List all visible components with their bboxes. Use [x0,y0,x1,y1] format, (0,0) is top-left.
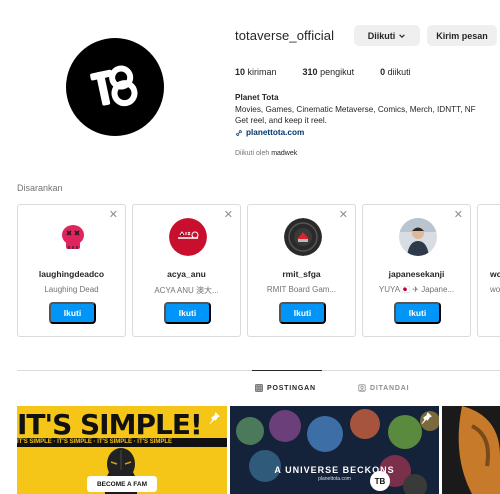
suggested-username[interactable]: wo [490,269,500,279]
suggested-card: ✕ acya_anu ACYA ANU 澳大... Ikuti [132,204,241,337]
post-thumbnail[interactable]: IT'S SIMPLE! IT'S SIMPLE · IT'S SIMPLE ·… [17,406,227,494]
acya-logo-icon [169,218,207,256]
suggested-username[interactable]: laughingdeadco [18,269,125,279]
suggested-username[interactable]: japanesekanji [363,269,470,279]
stat-following[interactable]: 0 diikuti [380,67,411,77]
tab-tagged-label: DITANDAI [370,384,410,392]
suggested-card: wo wo [477,204,500,337]
suggested-title: Disarankan [17,183,63,193]
post-thumbnail[interactable] [442,406,500,494]
rmit-logo-icon [284,218,322,256]
suggested-card: ✕ laughingdeadco Laughing Dead Ikuti [17,204,126,337]
close-icon[interactable]: ✕ [109,210,118,221]
profile-username: totaverse_official [235,28,335,43]
pin-icon [209,412,220,424]
person-photo-icon [399,218,437,256]
followed-by[interactable]: Diikuti oleh madwek [235,150,297,157]
suggested-avatar[interactable] [54,218,92,256]
follow-button[interactable]: Ikuti [279,302,326,324]
close-icon[interactable]: ✕ [454,210,463,221]
bio-link[interactable]: planettota.com [235,127,500,139]
post1-cta: BECOME A FAM [87,476,157,492]
close-icon[interactable]: ✕ [224,210,233,221]
stat-followers-count: 310 [302,67,318,77]
suggested-card: ✕ rmit_sfga RMIT Board Gam... Ikuti [247,204,356,337]
profile-stats: 10 kiriman 310 pengikut 0 diikuti [235,67,437,77]
suggested-subtitle: Laughing Dead [44,285,99,294]
grid-icon [255,384,263,392]
suggested-subtitle: ACYA ANU 澳大... [154,286,219,295]
following-label: Diikuti [367,30,396,41]
post-thumbnail[interactable]: TB A UNIVERSE BECKONS planettota.com [230,406,439,494]
stat-followers[interactable]: 310 pengikut [303,67,355,77]
suggested-avatar[interactable] [284,218,322,256]
suggested-avatar[interactable] [169,218,207,256]
profile-avatar[interactable] [66,38,164,136]
followed-by-user: madwek [271,150,298,157]
stat-followers-label: pengikut [317,67,355,77]
bio-name: Planet Tota [235,93,279,102]
skull-icon [54,218,92,256]
tab-tagged[interactable]: DITANDAI [358,384,409,392]
post1-banner-text: IT'S SIMPLE! [17,408,203,441]
suggested-username[interactable]: acya_anu [133,269,240,279]
suggested-cards: ✕ laughingdeadco Laughing Dead Ikuti ✕ a… [17,204,500,338]
follow-button[interactable]: Ikuti [394,302,441,324]
tab-posts[interactable]: POSTINGAN [255,384,316,392]
bio-link-text: planettota.com [246,127,305,137]
suggested-avatar[interactable] [399,218,437,256]
stat-following-label: diikuti [385,67,411,77]
totaverse-logo-icon [90,65,138,107]
character-closeup-icon [442,406,500,494]
post2-headline: A UNIVERSE BECKONS [274,465,395,475]
message-button[interactable]: Kirim pesan [427,25,497,46]
link-icon [236,129,242,136]
tab-posts-label: POSTINGAN [267,384,316,392]
tagged-icon [358,384,366,392]
suggested-subtitle: YUYA🇯🇵 ✈ Japane... [378,285,455,294]
stat-posts: 10 kiriman [235,67,277,77]
active-tab-indicator [252,370,322,371]
stat-posts-label: kiriman [245,67,277,77]
close-icon[interactable]: ✕ [339,210,348,221]
follow-button[interactable]: Ikuti [164,302,211,324]
suggested-username[interactable]: rmit_sfga [248,269,355,279]
suggested-subtitle: wo [490,285,500,294]
followed-by-prefix: Diikuti oleh [235,150,272,157]
stat-posts-count: 10 [235,67,246,77]
chevron-down-icon [399,33,406,38]
profile-bio: Planet Tota Movies, Games, Cinematic Met… [235,92,500,138]
following-button[interactable]: Diikuti [354,25,420,46]
pin-icon [421,412,432,424]
bio-line-2: Get reel, and keep it reel. [235,116,327,126]
suggested-subtitle: RMIT Board Gam... [266,285,337,294]
suggested-card: ✕ japanesekanji YUYA🇯🇵 ✈ Japane... Ikuti [362,204,471,337]
bio-line-1: Movies, Games, Cinematic Metaverse, Comi… [235,104,476,114]
follow-button[interactable]: Ikuti [49,302,96,324]
post2-url: planettota.com [318,476,351,482]
